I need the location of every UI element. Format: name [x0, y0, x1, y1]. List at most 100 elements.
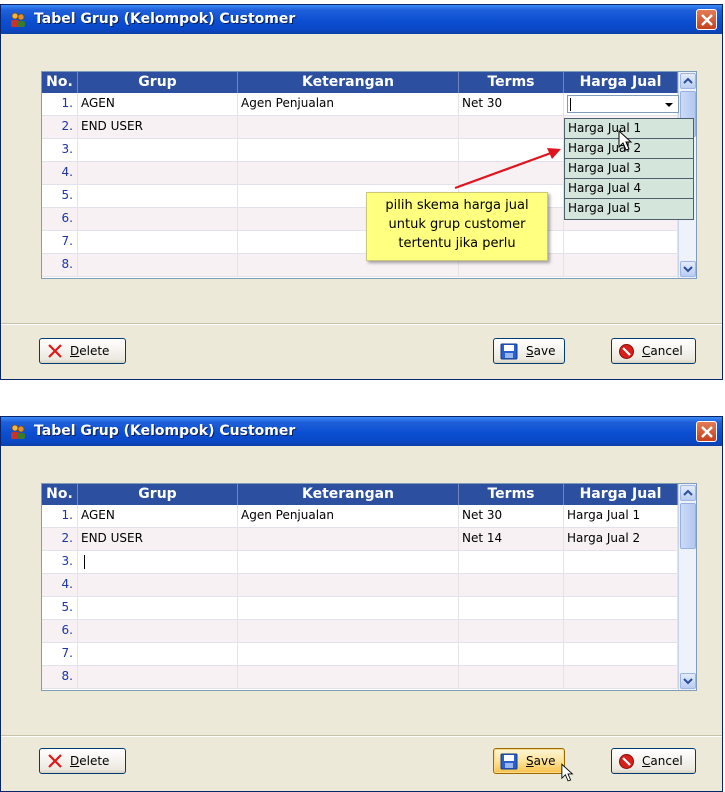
cell-harga-jual[interactable]: Harga Jual 2 — [564, 528, 678, 550]
dropdown-option[interactable]: Harga Jual 4 — [565, 179, 693, 199]
table-row[interactable]: 6. — [42, 620, 678, 643]
dropdown-button[interactable] — [661, 96, 678, 112]
chevron-down-icon — [683, 678, 693, 685]
harga-jual-combobox[interactable] — [567, 95, 679, 113]
column-header-terms[interactable]: Terms — [459, 72, 564, 93]
cell-terms[interactable]: Net 30 — [459, 93, 564, 115]
cell-grup[interactable]: END USER — [78, 528, 238, 550]
table-row[interactable]: 2. END USER Net 14 Harga Jual 2 — [42, 528, 678, 551]
customer-group-table[interactable]: No. Grup Keterangan Terms Harga Jual 1. … — [41, 483, 697, 691]
save-button[interactable]: Save — [493, 338, 565, 364]
row-number: 1. — [42, 505, 78, 527]
table-row[interactable]: 1. AGEN Agen Penjualan Net 30 Harga Jual… — [42, 505, 678, 528]
cell-harga-jual[interactable] — [564, 254, 678, 276]
cell-grup[interactable] — [78, 139, 238, 161]
column-header-no[interactable]: No. — [42, 72, 78, 93]
delete-button[interactable]: Delete — [39, 748, 126, 774]
cell-terms[interactable] — [459, 574, 564, 596]
cell-terms[interactable] — [459, 551, 564, 573]
cell-grup[interactable]: AGEN — [78, 505, 238, 527]
cell-grup[interactable] — [78, 643, 238, 665]
cell-grup[interactable] — [78, 666, 238, 688]
cell-keterangan[interactable] — [238, 620, 459, 642]
cell-terms[interactable] — [459, 643, 564, 665]
scroll-up-button[interactable] — [680, 73, 696, 89]
dropdown-option[interactable]: Harga Jual 3 — [565, 159, 693, 179]
row-number: 3. — [42, 551, 78, 573]
cell-keterangan[interactable] — [238, 551, 459, 573]
column-header-grup[interactable]: Grup — [78, 484, 238, 505]
cell-keterangan[interactable] — [238, 597, 459, 619]
table-row[interactable]: 8. — [42, 666, 678, 689]
column-header-keterangan[interactable]: Keterangan — [238, 72, 459, 93]
cell-keterangan[interactable] — [238, 666, 459, 688]
cancel-button[interactable]: Cancel — [611, 338, 696, 364]
save-label: Save — [526, 754, 556, 768]
cell-grup[interactable] — [78, 574, 238, 596]
column-header-terms[interactable]: Terms — [459, 484, 564, 505]
cell-terms[interactable] — [459, 666, 564, 688]
title-bar[interactable]: Tabel Grup (Kelompok) Customer — [1, 5, 722, 34]
cell-keterangan[interactable] — [238, 162, 459, 184]
cell-harga-jual[interactable] — [564, 231, 678, 253]
column-header-harga-jual[interactable]: Harga Jual — [564, 484, 678, 505]
delete-button[interactable]: Delete — [39, 338, 126, 364]
cell-harga-jual[interactable] — [564, 574, 678, 596]
cell-terms[interactable] — [459, 116, 564, 138]
vertical-scrollbar[interactable] — [678, 484, 696, 690]
cell-keterangan[interactable] — [238, 528, 459, 550]
close-button[interactable] — [696, 421, 717, 442]
column-header-grup[interactable]: Grup — [78, 72, 238, 93]
cell-grup[interactable] — [78, 620, 238, 642]
row-number: 4. — [42, 574, 78, 596]
cancel-button[interactable]: Cancel — [611, 748, 696, 774]
save-button[interactable]: Save — [493, 748, 565, 774]
cell-keterangan[interactable]: Agen Penjualan — [238, 93, 459, 115]
cell-terms[interactable]: Net 14 — [459, 528, 564, 550]
delete-label: Delete — [70, 754, 110, 768]
cell-terms[interactable] — [459, 620, 564, 642]
cell-keterangan[interactable] — [238, 139, 459, 161]
close-icon — [701, 14, 713, 26]
scroll-thumb[interactable] — [680, 503, 696, 549]
cell-harga-jual[interactable] — [564, 597, 678, 619]
cell-grup[interactable] — [78, 254, 238, 276]
cell-grup[interactable] — [78, 597, 238, 619]
cell-harga-jual[interactable] — [564, 666, 678, 688]
cell-harga-jual[interactable] — [564, 551, 678, 573]
close-icon — [701, 426, 713, 438]
cell-terms[interactable] — [459, 597, 564, 619]
table-row[interactable]: 8. — [42, 254, 678, 277]
customer-group-icon — [11, 424, 25, 439]
table-row[interactable]: 3. — [42, 551, 678, 574]
dropdown-option[interactable]: Harga Jual 5 — [565, 199, 693, 219]
cell-keterangan[interactable]: Agen Penjualan — [238, 505, 459, 527]
cell-grup[interactable] — [78, 231, 238, 253]
cell-harga-jual[interactable]: Harga Jual 1 — [564, 505, 678, 527]
cell-grup[interactable] — [78, 551, 238, 573]
cell-grup[interactable]: AGEN — [78, 93, 238, 115]
cell-terms[interactable]: Net 30 — [459, 505, 564, 527]
table-row[interactable]: 7. — [42, 231, 678, 254]
close-button[interactable] — [696, 9, 717, 30]
cell-harga-jual[interactable] — [564, 620, 678, 642]
cell-keterangan[interactable] — [238, 574, 459, 596]
table-row[interactable]: 5. — [42, 597, 678, 620]
cell-grup[interactable] — [78, 185, 238, 207]
table-row[interactable]: 4. — [42, 574, 678, 597]
chevron-up-icon — [683, 77, 693, 84]
column-header-keterangan[interactable]: Keterangan — [238, 484, 459, 505]
cell-keterangan[interactable] — [238, 643, 459, 665]
title-bar[interactable]: Tabel Grup (Kelompok) Customer — [1, 417, 722, 446]
column-header-harga-jual[interactable]: Harga Jual — [564, 72, 678, 93]
cell-grup[interactable] — [78, 208, 238, 230]
scroll-down-button[interactable] — [680, 261, 696, 277]
scroll-up-button[interactable] — [680, 485, 696, 501]
column-header-no[interactable]: No. — [42, 484, 78, 505]
cell-grup[interactable] — [78, 162, 238, 184]
table-row[interactable]: 7. — [42, 643, 678, 666]
cell-harga-jual[interactable] — [564, 643, 678, 665]
scroll-down-button[interactable] — [680, 673, 696, 689]
cell-keterangan[interactable] — [238, 116, 459, 138]
cell-grup[interactable]: END USER — [78, 116, 238, 138]
